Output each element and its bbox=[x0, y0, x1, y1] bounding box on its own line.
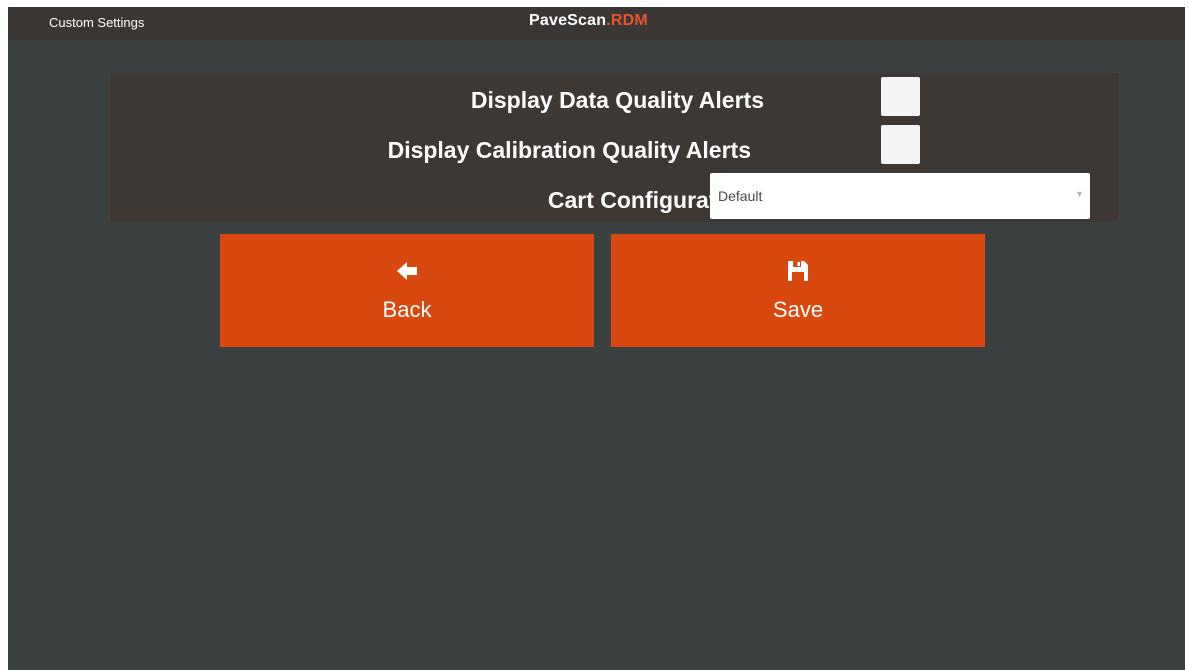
brand-main-text: PaveScan bbox=[529, 12, 607, 29]
arrow-left-icon bbox=[397, 262, 417, 280]
brand-logo: PaveScan.RDM bbox=[529, 12, 648, 30]
cart-configuration-select[interactable]: Default ▼ bbox=[710, 173, 1090, 219]
calibration-quality-alerts-label: Display Calibration Quality Alerts bbox=[387, 137, 751, 163]
back-button-label: Back bbox=[382, 297, 432, 322]
save-button[interactable]: Save bbox=[611, 234, 985, 347]
save-button-label: Save bbox=[772, 297, 824, 322]
data-quality-alerts-checkbox[interactable] bbox=[881, 77, 920, 116]
calibration-quality-alerts-checkbox[interactable] bbox=[881, 125, 920, 164]
data-quality-alerts-label: Display Data Quality Alerts bbox=[470, 87, 764, 113]
cart-configuration-value: Default bbox=[718, 188, 763, 204]
header-bar: Custom Settings PaveScan.RDM bbox=[8, 7, 1185, 40]
floppy-disk-icon bbox=[788, 261, 808, 281]
app-screen: Custom Settings PaveScan.RDM Display Dat… bbox=[8, 7, 1185, 670]
back-button[interactable]: Back bbox=[220, 234, 594, 347]
chevron-down-icon: ▼ bbox=[1075, 189, 1084, 199]
brand-accent-text: RDM bbox=[610, 12, 648, 29]
page-title: Custom Settings bbox=[49, 15, 145, 30]
